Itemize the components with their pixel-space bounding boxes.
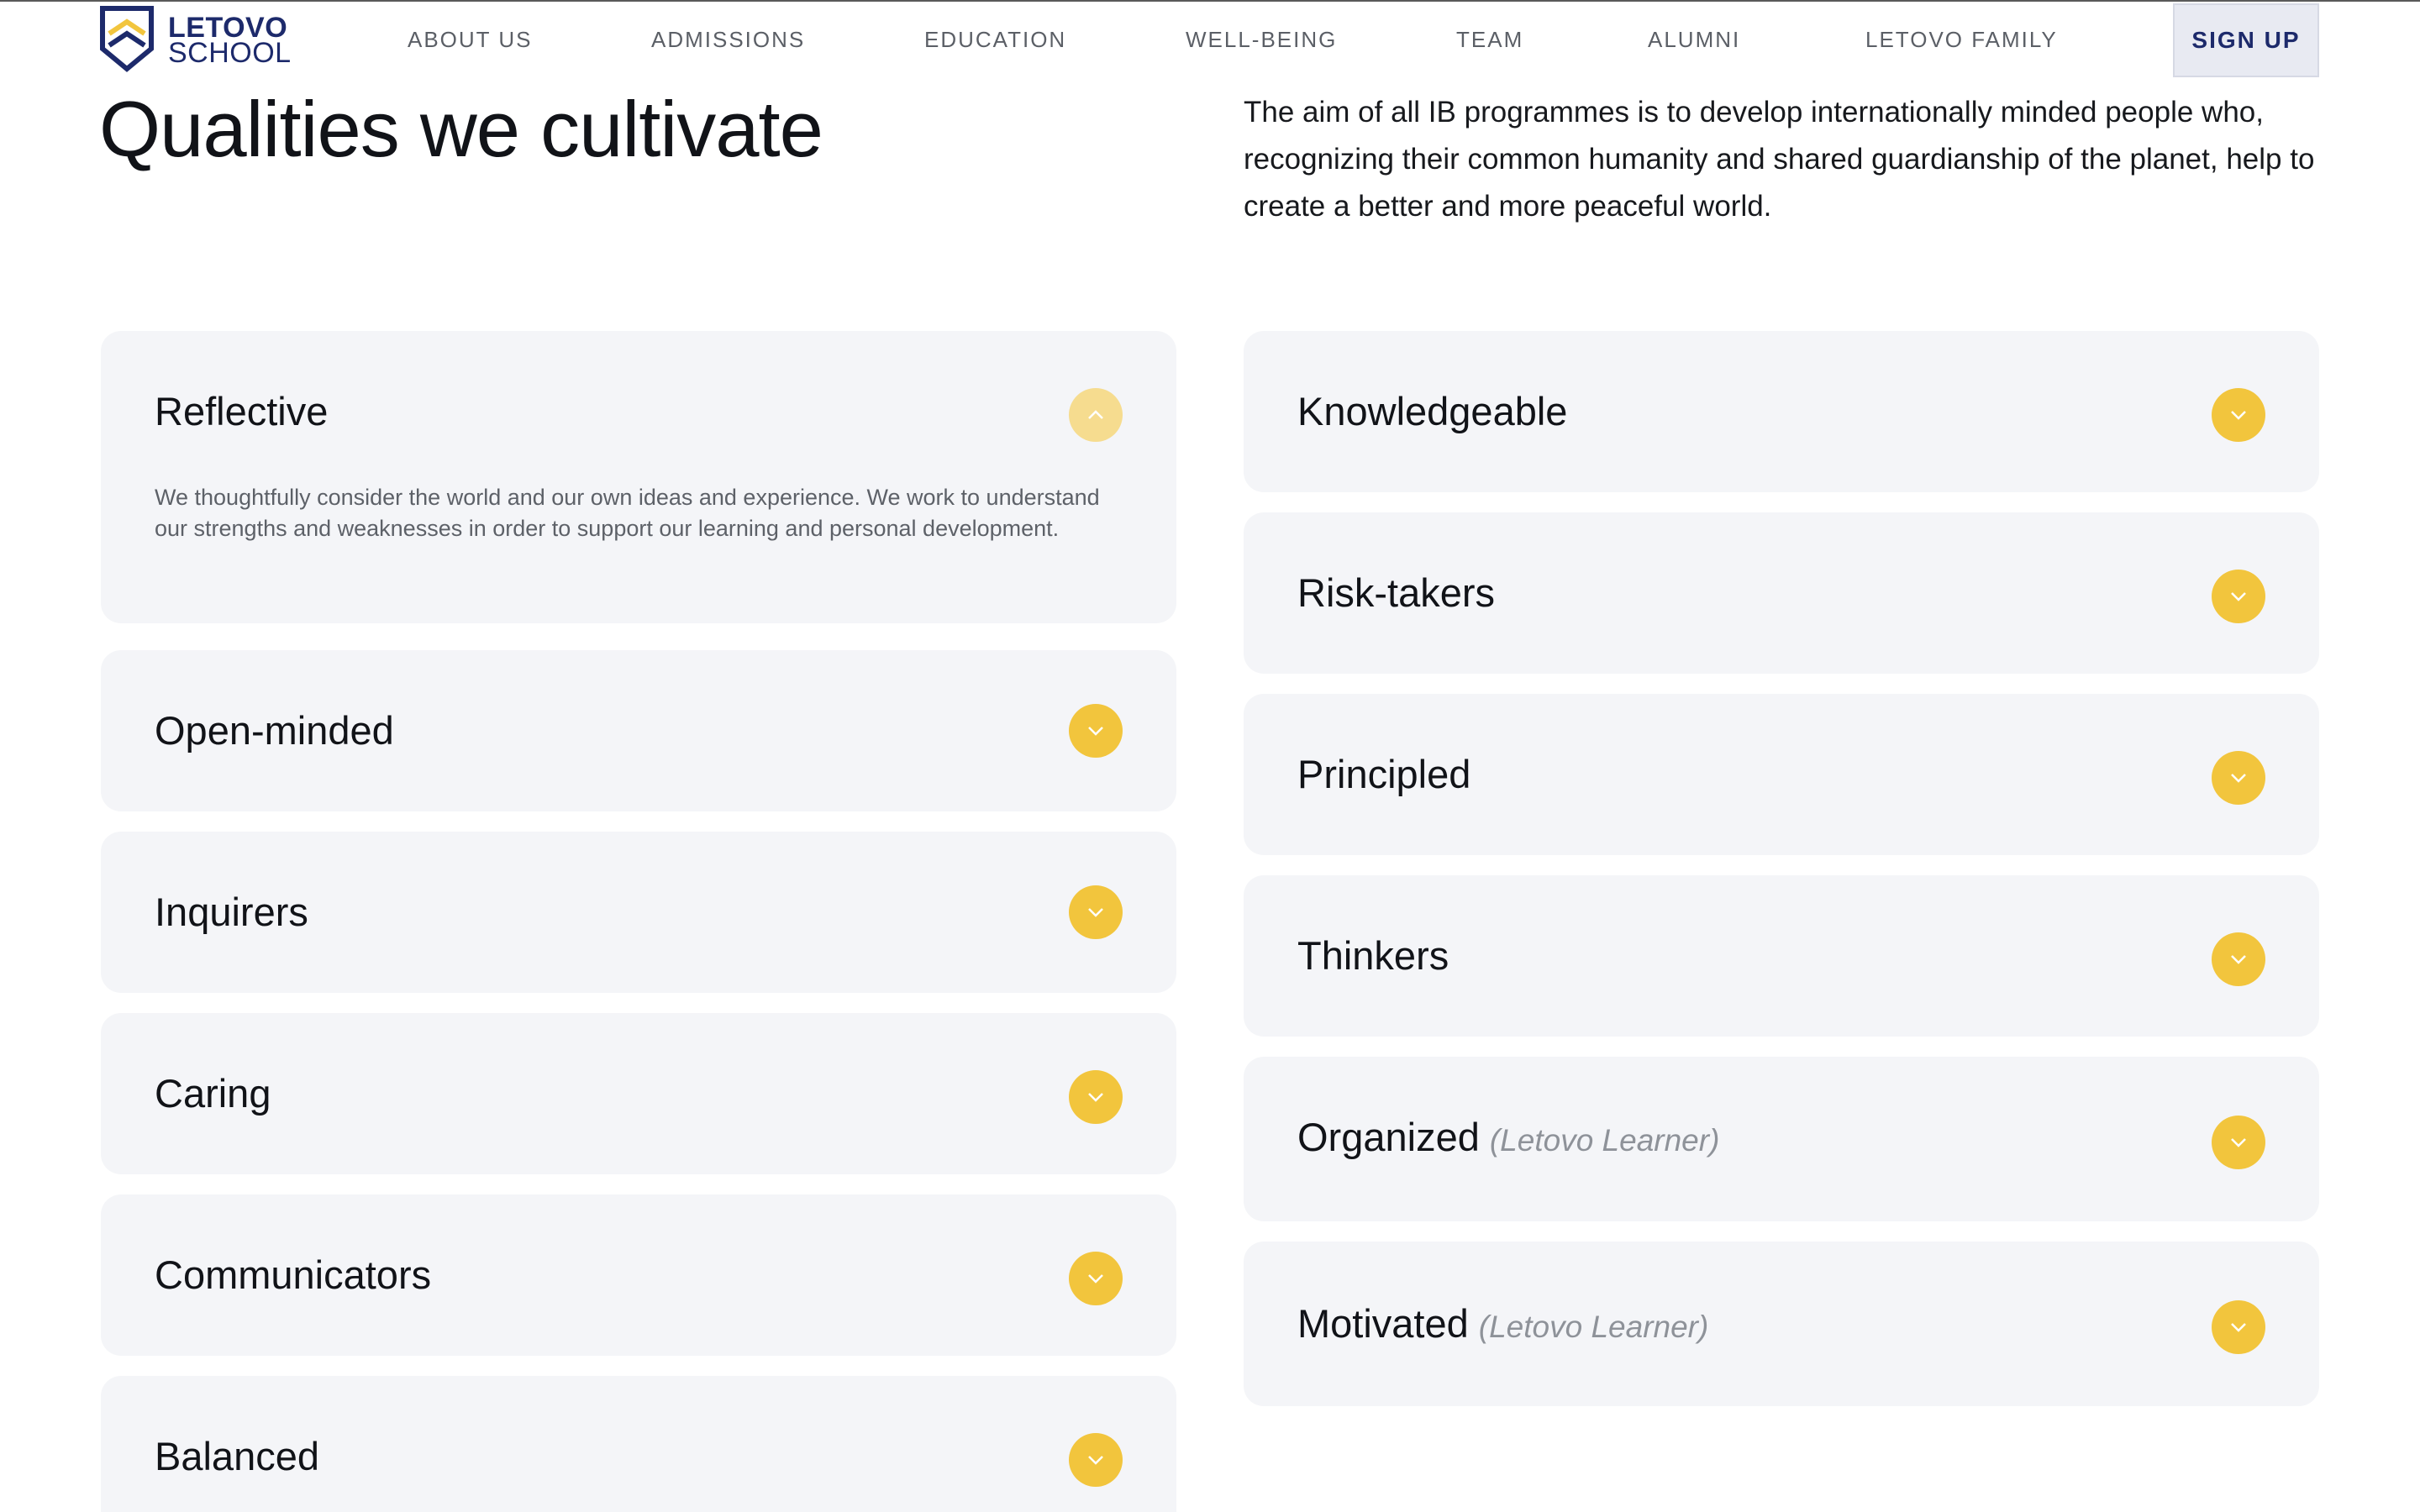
accordion-title-text: Caring xyxy=(155,1071,271,1116)
accordion-body: We thoughtfully consider the world and o… xyxy=(155,485,1100,541)
accordion-title: Motivated (Letovo Learner) xyxy=(1297,1300,1708,1347)
nav-item-about-us[interactable]: ABOUT US xyxy=(408,27,532,53)
accordion-title: Thinkers xyxy=(1297,932,1449,979)
chevron-up-icon[interactable] xyxy=(1069,388,1123,442)
accordion-item-motivated[interactable]: Motivated (Letovo Learner) xyxy=(1244,1242,2319,1406)
logo[interactable]: LETOVO SCHOOL xyxy=(99,5,292,76)
chevron-down-icon[interactable] xyxy=(2212,1116,2265,1169)
accordion-item-knowledgeable[interactable]: Knowledgeable xyxy=(1244,331,2319,492)
shield-logo-icon xyxy=(99,5,155,76)
accordion-item-balanced[interactable]: Balanced xyxy=(101,1376,1176,1512)
accordion-subtitle: (Letovo Learner) xyxy=(1489,1123,1720,1158)
accordion-title-text: Communicators xyxy=(155,1252,432,1297)
chevron-down-icon[interactable] xyxy=(2212,1300,2265,1354)
accordion-title: Communicators xyxy=(155,1252,431,1298)
nav-item-letovo-family[interactable]: LETOVO FAMILY xyxy=(1865,27,2058,53)
nav-item-well-being[interactable]: WELL-BEING xyxy=(1186,27,1337,53)
accordion-title-text: Knowledgeable xyxy=(1297,389,1568,433)
chevron-down-icon[interactable] xyxy=(1069,704,1123,758)
chevron-down-icon[interactable] xyxy=(1069,1070,1123,1124)
chevron-down-icon[interactable] xyxy=(1069,885,1123,939)
page-title: Qualities we cultivate xyxy=(99,85,823,173)
accordion-title: Open-minded xyxy=(155,707,394,753)
accordion-title-text: Motivated xyxy=(1297,1301,1469,1346)
accordion-item-thinkers[interactable]: Thinkers xyxy=(1244,875,2319,1037)
accordion-item-inquirers[interactable]: Inquirers xyxy=(101,832,1176,993)
accordion-title-text: Balanced xyxy=(155,1434,319,1478)
logo-name-line2: SCHOOL xyxy=(168,37,292,69)
accordion-title-text: Organized xyxy=(1297,1115,1480,1159)
accordion-title: Knowledgeable xyxy=(1297,388,1567,434)
accordion-item-communicators[interactable]: Communicators xyxy=(101,1194,1176,1356)
accordion-title: Balanced xyxy=(155,1433,319,1479)
chevron-down-icon[interactable] xyxy=(2212,570,2265,623)
nav-item-team[interactable]: TEAM xyxy=(1456,27,1523,53)
accordion-title: Principled xyxy=(1297,751,1470,797)
accordion-title-text: Inquirers xyxy=(155,890,308,934)
accordion-title: Inquirers xyxy=(155,889,308,935)
accordion-item-risk-takers[interactable]: Risk-takers xyxy=(1244,512,2319,674)
nav-item-education[interactable]: EDUCATION xyxy=(924,27,1066,53)
nav-item-alumni[interactable]: ALUMNI xyxy=(1648,27,1740,53)
accordion-item-organized[interactable]: Organized (Letovo Learner) xyxy=(1244,1057,2319,1221)
logo-text: LETOVO SCHOOL xyxy=(168,13,292,69)
site-header: LETOVO SCHOOL ABOUT US ADMISSIONS EDUCAT… xyxy=(0,2,2420,82)
accordion-subtitle: (Letovo Learner) xyxy=(1478,1310,1709,1344)
chevron-down-icon[interactable] xyxy=(2212,932,2265,986)
nav-item-admissions[interactable]: ADMISSIONS xyxy=(651,27,805,53)
chevron-down-icon[interactable] xyxy=(1069,1252,1123,1305)
accordion-title: Reflective xyxy=(155,388,328,434)
chevron-down-icon[interactable] xyxy=(1069,1433,1123,1487)
accordion-title: Organized (Letovo Learner) xyxy=(1297,1114,1719,1160)
accordion-item-reflective[interactable]: Reflective We thoughtfully consider the … xyxy=(101,331,1176,623)
accordion-title-text: Principled xyxy=(1297,752,1471,796)
accordion-item-principled[interactable]: Principled xyxy=(1244,694,2319,855)
accordion-item-caring[interactable]: Caring xyxy=(101,1013,1176,1174)
accordion-item-open-minded[interactable]: Open-minded xyxy=(101,650,1176,811)
chevron-down-icon[interactable] xyxy=(2212,751,2265,805)
chevron-down-icon[interactable] xyxy=(2212,388,2265,442)
sign-up-button[interactable]: SIGN UP xyxy=(2173,3,2319,77)
accordion-title: Caring xyxy=(155,1070,271,1116)
accordion-title: Risk-takers xyxy=(1297,570,1495,616)
accordion-title-text: Open-minded xyxy=(155,708,394,753)
accordion-title-text: Risk-takers xyxy=(1297,570,1496,615)
section-intro: The aim of all IB programmes is to devel… xyxy=(1244,96,2315,223)
accordion-title-text: Reflective xyxy=(155,389,329,433)
accordion-title-text: Thinkers xyxy=(1297,933,1449,978)
